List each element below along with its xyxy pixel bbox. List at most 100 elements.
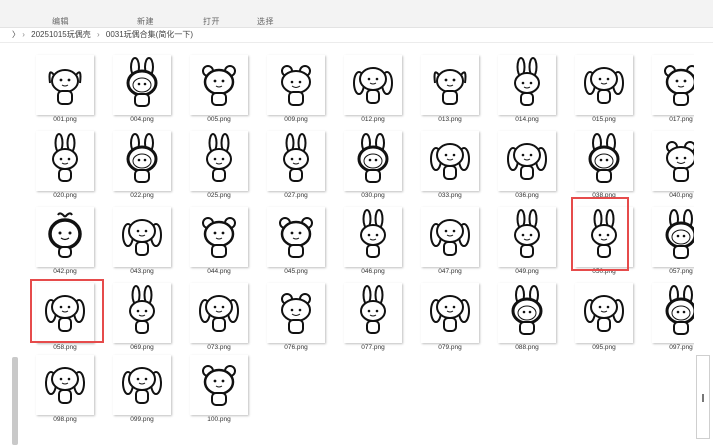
file-item[interactable]: 095.png: [569, 277, 639, 357]
ribbon-label-open[interactable]: 打开: [203, 16, 220, 27]
file-item[interactable]: 100.png: [184, 349, 254, 429]
file-grid: 001.png 004.png 005.png 009.png 012.png …: [22, 43, 710, 443]
file-name: 030.png: [361, 192, 385, 199]
file-name: 004.png: [130, 116, 154, 123]
file-item[interactable]: 020.png: [30, 125, 100, 205]
file-item[interactable]: 098.png: [30, 349, 100, 429]
file-name: 046.png: [361, 268, 385, 275]
bunny-icon: [36, 131, 94, 191]
nav-pane-scrollbar[interactable]: [12, 357, 18, 445]
ribbon-label-new[interactable]: 新建: [137, 16, 154, 27]
frog-icon: [267, 283, 325, 343]
file-item[interactable]: 047.png: [415, 201, 485, 281]
file-item[interactable]: 099.png: [107, 349, 177, 429]
file-name: 036.png: [515, 192, 539, 199]
file-item[interactable]: 033.png: [415, 125, 485, 205]
file-name: 043.png: [130, 268, 154, 275]
long-ear-dog-icon: [421, 131, 479, 191]
file-item[interactable]: 022.png: [107, 125, 177, 205]
file-name: 012.png: [361, 116, 385, 123]
file-item[interactable]: 014.png: [492, 49, 562, 129]
breadcrumb-item-current[interactable]: 0031玩偶合集(简化一下): [106, 28, 193, 42]
file-name: 013.png: [438, 116, 462, 123]
long-ear-dog-icon: [575, 55, 633, 115]
file-name: 088.png: [515, 344, 539, 351]
file-name: 095.png: [592, 344, 616, 351]
bunny-icon: [344, 207, 402, 267]
file-name: 014.png: [515, 116, 539, 123]
bunny-hood-icon: [344, 131, 402, 191]
address-bar[interactable]: 〉 › 20251015玩偶壳 › 0031玩偶合集(简化一下): [0, 28, 713, 43]
file-name: 099.png: [130, 416, 154, 423]
vertical-scrollbar[interactable]: [694, 43, 713, 443]
ribbon-label-edit[interactable]: 编辑: [52, 16, 69, 27]
file-name: 001.png: [53, 116, 77, 123]
file-name: 045.png: [284, 268, 308, 275]
file-name: 079.png: [438, 344, 462, 351]
sprout-icon: [36, 207, 94, 267]
bear-icon: [190, 355, 248, 415]
file-name: 049.png: [515, 268, 539, 275]
bunny-icon: [344, 283, 402, 343]
file-item[interactable]: 013.png: [415, 49, 485, 129]
file-item[interactable]: 044.png: [184, 201, 254, 281]
left-edge-chevron-icon: 〉: [12, 30, 20, 39]
long-ear-dog-icon: [190, 283, 248, 343]
file-item[interactable]: 004.png: [107, 49, 177, 129]
file-item[interactable]: 077.png: [338, 277, 408, 357]
file-name: 009.png: [284, 116, 308, 123]
file-item[interactable]: 079.png: [415, 277, 485, 357]
bunny-hood-icon: [113, 55, 171, 115]
file-name: 027.png: [284, 192, 308, 199]
long-ear-dog-icon: [498, 131, 556, 191]
navigation-pane: [0, 43, 22, 445]
file-name: 044.png: [207, 268, 231, 275]
long-ear-dog-icon: [575, 283, 633, 343]
file-item[interactable]: 025.png: [184, 125, 254, 205]
file-item[interactable]: 042.png: [30, 201, 100, 281]
file-name: 020.png: [53, 192, 77, 199]
bear-icon: [267, 207, 325, 267]
file-item[interactable]: 088.png: [492, 277, 562, 357]
selection-highlight-050: [571, 197, 629, 271]
file-item[interactable]: 076.png: [261, 277, 331, 357]
file-name: 100.png: [207, 416, 231, 423]
file-item[interactable]: 069.png: [107, 277, 177, 357]
long-ear-dog-icon: [113, 355, 171, 415]
bear-icon: [190, 207, 248, 267]
file-name: 077.png: [361, 344, 385, 351]
bunny-hood-icon: [498, 283, 556, 343]
file-name: 015.png: [592, 116, 616, 123]
file-item[interactable]: 043.png: [107, 201, 177, 281]
long-ear-dog-icon: [36, 355, 94, 415]
bunny-icon: [498, 55, 556, 115]
long-ear-dog-icon: [421, 207, 479, 267]
scrollbar-thumb[interactable]: [696, 355, 710, 439]
file-name: 022.png: [130, 192, 154, 199]
file-item[interactable]: 012.png: [338, 49, 408, 129]
file-item[interactable]: 049.png: [492, 201, 562, 281]
file-item[interactable]: 015.png: [569, 49, 639, 129]
puppy-ears-icon: [421, 55, 479, 115]
breadcrumb-item-root[interactable]: 20251015玩偶壳: [31, 28, 91, 42]
long-ear-dog-icon: [113, 207, 171, 267]
file-item[interactable]: 046.png: [338, 201, 408, 281]
file-item[interactable]: 073.png: [184, 277, 254, 357]
file-item[interactable]: 005.png: [184, 49, 254, 129]
file-item[interactable]: 027.png: [261, 125, 331, 205]
file-item[interactable]: 036.png: [492, 125, 562, 205]
file-item[interactable]: 030.png: [338, 125, 408, 205]
file-name: 047.png: [438, 268, 462, 275]
file-name: 042.png: [53, 268, 77, 275]
file-item[interactable]: 009.png: [261, 49, 331, 129]
bunny-hood-icon: [113, 131, 171, 191]
file-item[interactable]: 038.png: [569, 125, 639, 205]
file-item[interactable]: 001.png: [30, 49, 100, 129]
breadcrumb-separator-icon: ›: [96, 30, 100, 39]
file-name: 005.png: [207, 116, 231, 123]
ribbon-toolbar: 编辑 新建 打开 选择: [0, 0, 713, 28]
file-item[interactable]: 045.png: [261, 201, 331, 281]
bear-icon: [190, 55, 248, 115]
ribbon-label-select[interactable]: 选择: [257, 16, 274, 27]
selection-highlight-058: [30, 279, 104, 343]
